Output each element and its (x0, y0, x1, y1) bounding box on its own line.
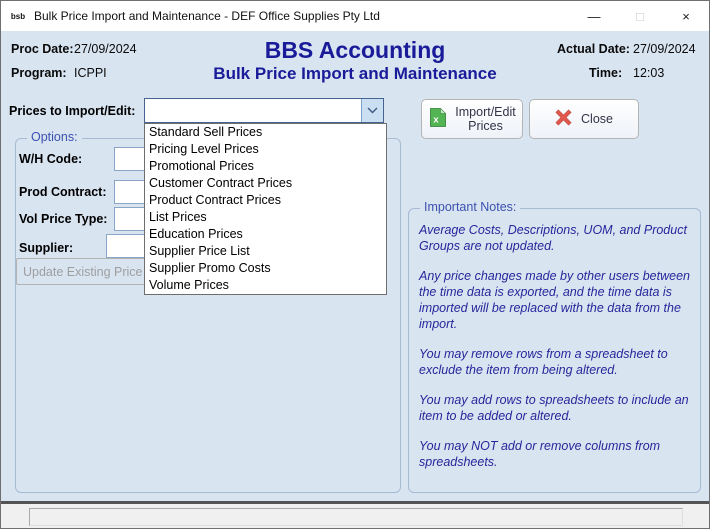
prices-dropdown-list: Standard Sell Prices Pricing Level Price… (144, 123, 387, 295)
note-paragraph: You may add rows to spreadsheets to incl… (419, 392, 694, 424)
minimize-button[interactable]: — (571, 1, 617, 31)
maximize-button: □ (617, 1, 663, 31)
status-bar (1, 504, 709, 528)
important-notes-body: Average Costs, Descriptions, UOM, and Pr… (419, 222, 694, 484)
dropdown-option[interactable]: Promotional Prices (145, 158, 386, 175)
dropdown-option[interactable]: Education Prices (145, 226, 386, 243)
time-label: Time: (589, 66, 622, 80)
dropdown-option[interactable]: Supplier Promo Costs (145, 260, 386, 277)
actual-date-label: Actual Date: (557, 42, 630, 56)
supplier-label: Supplier: (19, 241, 73, 255)
import-edit-prices-label: Import/Edit Prices (455, 105, 517, 133)
dropdown-option[interactable]: List Prices (145, 209, 386, 226)
app-window: bsb Bulk Price Import and Maintenance - … (0, 0, 710, 529)
prod-contract-label: Prod Contract: (19, 185, 107, 199)
close-button-label: Close (581, 112, 613, 126)
note-paragraph: You may remove rows from a spreadsheet t… (419, 346, 694, 378)
window-title: Bulk Price Import and Maintenance - DEF … (34, 9, 380, 23)
window-controls: — □ × (571, 1, 709, 31)
import-edit-prices-button[interactable]: x Import/Edit Prices (421, 99, 523, 139)
time-value: 12:03 (633, 66, 664, 80)
important-notes-group: Important Notes: Average Costs, Descript… (408, 208, 701, 493)
title-bar: bsb Bulk Price Import and Maintenance - … (1, 1, 709, 31)
dropdown-option[interactable]: Customer Contract Prices (145, 175, 386, 192)
close-button[interactable]: Close (529, 99, 639, 139)
note-paragraph: You may NOT add or remove columns from s… (419, 438, 694, 470)
wh-code-label: W/H Code: (19, 152, 82, 166)
dropdown-option[interactable]: Pricing Level Prices (145, 141, 386, 158)
close-window-button[interactable]: × (663, 1, 709, 31)
app-logo-icon: bsb (9, 7, 27, 25)
note-paragraph: Average Costs, Descriptions, UOM, and Pr… (419, 222, 694, 254)
dropdown-option[interactable]: Product Contract Prices (145, 192, 386, 209)
update-existing-price-label: Update Existing Price (23, 265, 143, 279)
dropdown-option[interactable]: Standard Sell Prices (145, 124, 386, 141)
prices-to-import-combobox[interactable] (144, 98, 384, 123)
dropdown-option[interactable]: Supplier Price List (145, 243, 386, 260)
options-caption: Options: (27, 130, 82, 144)
svg-text:x: x (433, 115, 439, 126)
chevron-down-icon[interactable] (361, 99, 383, 122)
vol-price-type-label: Vol Price Type: (19, 212, 107, 226)
actual-date-value: 27/09/2024 (633, 42, 696, 56)
excel-spreadsheet-icon: x (428, 108, 446, 130)
note-paragraph: Any price changes made by other users be… (419, 268, 694, 332)
update-existing-price-button: Update Existing Price (16, 258, 163, 285)
status-message-field (29, 508, 683, 526)
red-x-icon (555, 109, 572, 129)
important-notes-caption: Important Notes: (420, 200, 520, 214)
dropdown-option[interactable]: Volume Prices (145, 277, 386, 294)
prices-to-import-label: Prices to Import/Edit: (9, 104, 135, 118)
